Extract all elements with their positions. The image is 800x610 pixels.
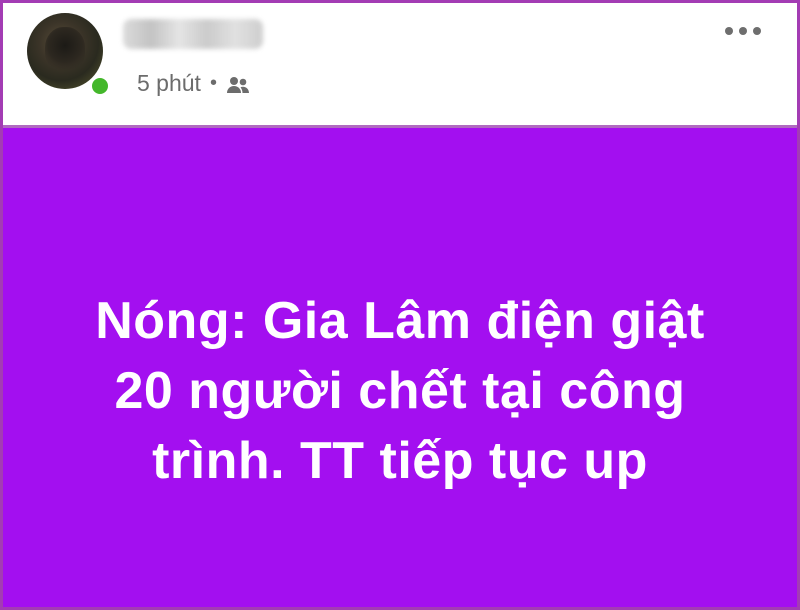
post-meta: 5 phút • [137,69,251,97]
post-timestamp[interactable]: 5 phút [137,69,201,97]
more-dot-icon [739,27,747,35]
avatar-detail [45,27,85,73]
author-avatar[interactable] [27,13,111,97]
post-text: Nóng: Gia Lâm điện giật 20 người chết tạ… [95,291,705,490]
author-name-blurred[interactable] [123,19,263,49]
more-dot-icon [753,27,761,35]
friends-icon[interactable] [225,73,251,93]
meta-separator: • [209,72,217,94]
more-options-button[interactable] [725,21,761,41]
post-header: 5 phút • [3,3,797,128]
online-status-dot [89,75,111,97]
post-card: 5 phút • Nóng: Gia Lâm điện giật 20 ngườ… [0,0,800,610]
post-body: Nóng: Gia Lâm điện giật 20 người chết tạ… [3,128,797,607]
more-dot-icon [725,27,733,35]
